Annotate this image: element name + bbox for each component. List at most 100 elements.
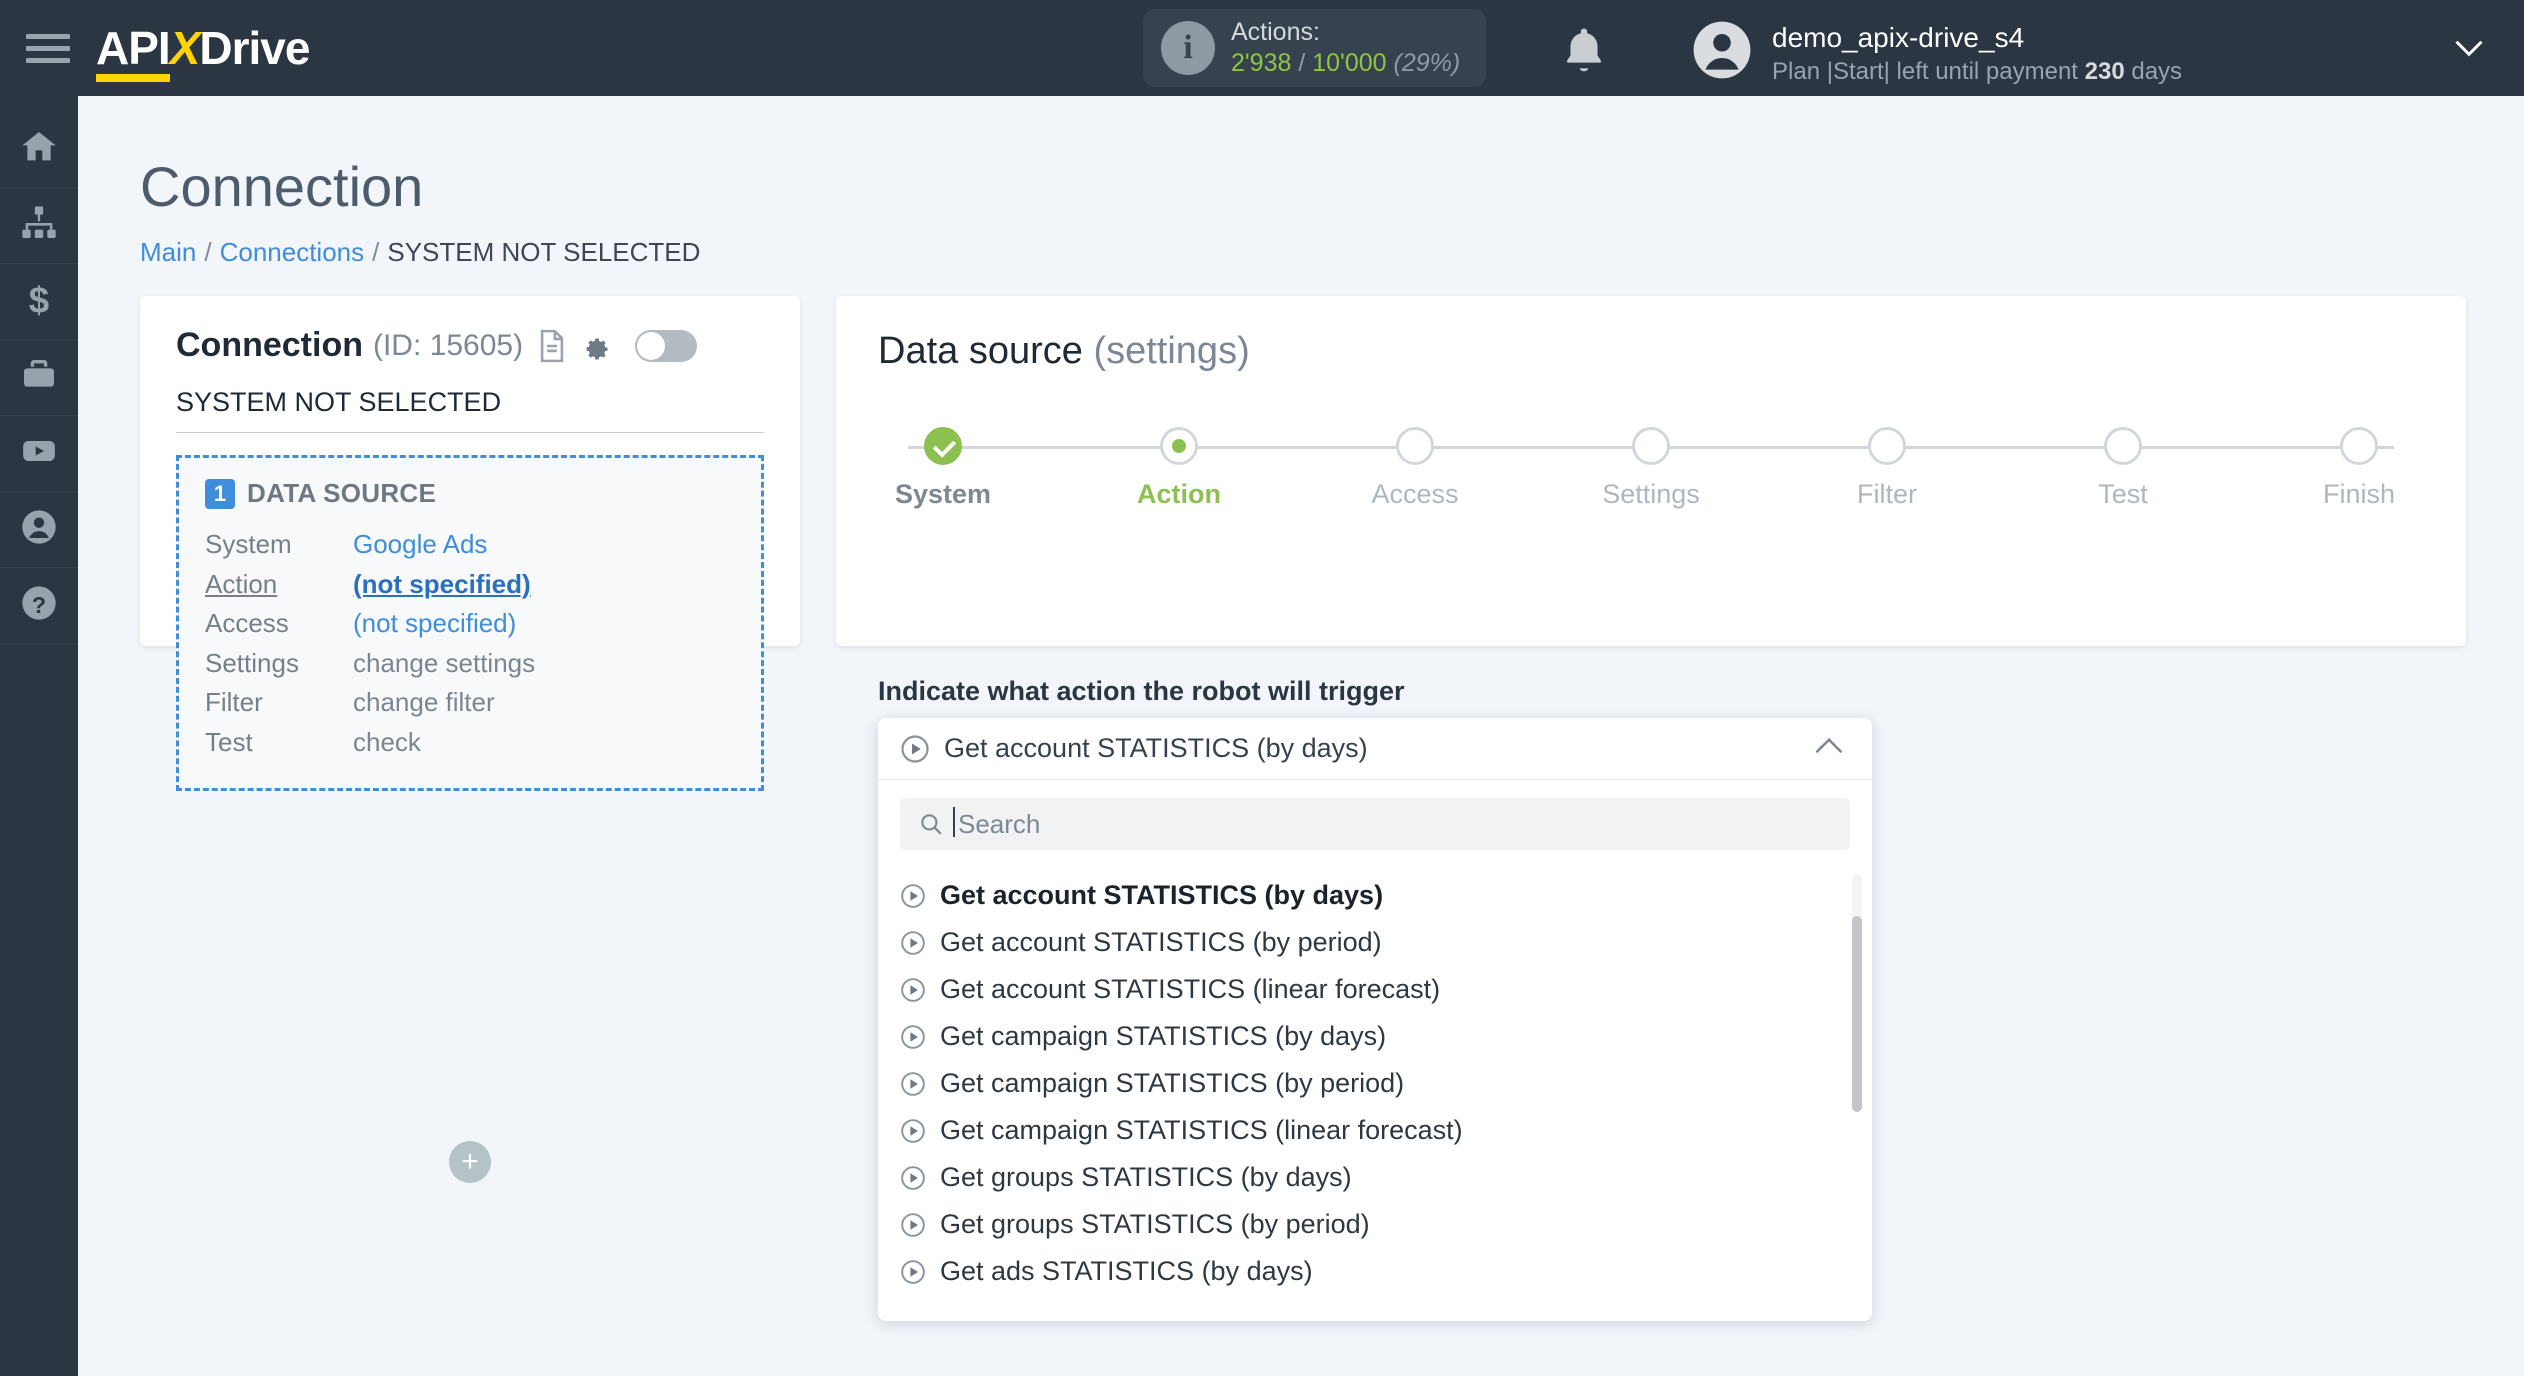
chevron-down-icon[interactable] <box>2454 38 2484 63</box>
row-action-key[interactable]: Action <box>205 565 353 605</box>
search-input[interactable]: Search <box>900 798 1850 850</box>
add-block-button[interactable]: + <box>449 1141 491 1183</box>
sidebar-item-connections[interactable] <box>0 188 78 264</box>
step-system-label: System <box>894 479 992 509</box>
sidebar-item-billing[interactable]: $ <box>0 264 78 340</box>
sidebar-item-help[interactable]: ? <box>0 568 78 644</box>
option-6-label: Get groups STATISTICS (by days) <box>940 1162 1352 1192</box>
step-settings[interactable]: Settings <box>1586 427 1716 510</box>
row-access: Access (not specified) <box>205 604 735 644</box>
connection-card-id: (ID: 15605) <box>372 328 524 362</box>
step-finish[interactable]: Finish <box>2294 427 2424 510</box>
row-access-value[interactable]: (not specified) <box>353 604 516 644</box>
account-name: demo_apix-drive_s4 <box>1772 22 2025 53</box>
breadcrumb-connections[interactable]: Connections <box>220 237 365 267</box>
option-4[interactable]: Get campaign STATISTICS (by period) <box>878 1060 1872 1107</box>
breadcrumb-main[interactable]: Main <box>140 237 196 267</box>
breadcrumb-separator-1: / <box>204 237 212 267</box>
step-test[interactable]: Test <box>2058 427 2188 510</box>
option-6[interactable]: Get groups STATISTICS (by days) <box>878 1154 1872 1201</box>
play-circle-icon <box>900 1118 926 1144</box>
data-source-settings-panel: Data source (settings) System Action Acc… <box>836 296 2466 646</box>
gear-icon[interactable] <box>581 331 611 361</box>
menu-toggle-icon[interactable] <box>26 27 70 70</box>
avatar[interactable] <box>1691 19 1753 81</box>
connection-card-subtitle: SYSTEM NOT SELECTED <box>176 387 764 433</box>
briefcase-icon <box>19 355 59 400</box>
option-8[interactable]: Get ads STATISTICS (by days) <box>878 1248 1872 1295</box>
step-system-dot <box>924 427 962 465</box>
step-system[interactable]: System <box>878 427 1008 510</box>
account-days-suffix: days <box>2124 58 2183 86</box>
option-1[interactable]: Get account STATISTICS (by period) <box>878 919 1872 966</box>
svg-text:?: ? <box>32 592 46 618</box>
actions-percent: (29%) <box>1393 49 1461 77</box>
option-5[interactable]: Get campaign STATISTICS (linear forecast… <box>878 1107 1872 1154</box>
row-test-value[interactable]: check <box>353 723 421 763</box>
row-filter-value[interactable]: change filter <box>353 683 495 723</box>
option-3[interactable]: Get campaign STATISTICS (by days) <box>878 1013 1872 1060</box>
row-access-key: Access <box>205 608 289 639</box>
play-circle-icon <box>900 734 930 764</box>
breadcrumb-separator-2: / <box>372 237 380 267</box>
option-0[interactable]: Get account STATISTICS (by days) <box>878 872 1872 919</box>
option-7[interactable]: Get groups STATISTICS (by period) <box>878 1201 1872 1248</box>
breadcrumb: Main / Connections / SYSTEM NOT SELECTED <box>140 237 700 268</box>
row-system-value[interactable]: Google Ads <box>353 525 487 565</box>
account-info[interactable]: demo_apix-drive_s4 Plan |Start| left unt… <box>1772 20 2182 88</box>
document-icon[interactable] <box>537 329 567 363</box>
top-bar: APIXDrive i Actions: 2'938 / 10'000 (29%… <box>0 0 2524 96</box>
apixdrive-logo[interactable]: APIXDrive <box>96 21 310 75</box>
row-filter-key: Filter <box>205 687 263 718</box>
step-filter[interactable]: Filter <box>1822 427 1952 510</box>
step-action-label: Action <box>1137 479 1221 509</box>
chevron-up-icon[interactable] <box>1814 736 1844 761</box>
option-2[interactable]: Get account STATISTICS (linear forecast) <box>878 966 1872 1013</box>
connection-enable-toggle[interactable] <box>635 329 698 362</box>
row-settings-key: Settings <box>205 647 299 678</box>
panel-title-muted: (settings) <box>1093 330 1250 372</box>
step-filter-dot <box>1868 427 1906 465</box>
option-7-label: Get groups STATISTICS (by period) <box>940 1209 1370 1239</box>
option-1-label: Get account STATISTICS (by period) <box>940 927 1382 957</box>
option-3-label: Get campaign STATISTICS (by days) <box>940 1021 1387 1051</box>
step-access[interactable]: Access <box>1350 427 1480 510</box>
step-action[interactable]: Action <box>1114 427 1244 510</box>
sidebar-item-services[interactable] <box>0 340 78 416</box>
svg-text:$: $ <box>29 279 49 319</box>
actions-label: Actions: <box>1231 17 1320 46</box>
panel-title: Data source (settings) <box>878 330 2424 373</box>
step-action-dot <box>1160 427 1198 465</box>
account-days: 230 <box>2084 58 2125 86</box>
step-settings-label: Settings <box>1602 479 1700 509</box>
option-5-label: Get campaign STATISTICS (linear forecast… <box>940 1115 1463 1145</box>
sidebar-item-videos[interactable] <box>0 416 78 492</box>
row-test-key: Test <box>205 726 253 757</box>
action-field-label: Indicate what action the robot will trig… <box>878 676 1405 706</box>
actions-quota-widget[interactable]: i Actions: 2'938 / 10'000 (29%) <box>1143 9 1487 87</box>
dollar-icon: $ <box>19 279 59 324</box>
breadcrumb-current: SYSTEM NOT SELECTED <box>387 237 701 267</box>
block-number-badge: 1 <box>205 478 235 509</box>
sidebar-item-profile[interactable] <box>0 492 78 568</box>
action-select: Get account STATISTICS (by days) Search … <box>878 718 1872 1321</box>
search-icon <box>918 811 944 837</box>
options-scrollbar[interactable] <box>1852 874 1862 1112</box>
step-finish-dot <box>2340 427 2378 465</box>
row-settings-value[interactable]: change settings <box>353 644 535 684</box>
row-action-value[interactable]: (not specified) <box>353 565 531 605</box>
actions-used: 2'938 <box>1231 49 1292 77</box>
option-0-label: Get account STATISTICS (by days) <box>940 880 1384 910</box>
connection-card-title: Connection <box>176 326 363 364</box>
action-select-trigger[interactable]: Get account STATISTICS (by days) <box>878 718 1872 780</box>
play-circle-icon <box>900 1024 926 1050</box>
account-plan-text: Plan |Start| left until payment <box>1772 58 2085 86</box>
options-scrollbar-thumb[interactable] <box>1852 916 1862 1112</box>
row-action: Action (not specified) <box>205 565 735 605</box>
row-test: Test check <box>205 723 735 763</box>
play-circle-icon <box>900 930 926 956</box>
data-source-block[interactable]: 1 DATA SOURCE System Google Ads Action (… <box>176 455 764 792</box>
notifications-bell-icon[interactable] <box>1557 24 1611 78</box>
user-icon <box>19 507 59 552</box>
sidebar-item-home[interactable] <box>0 112 78 188</box>
